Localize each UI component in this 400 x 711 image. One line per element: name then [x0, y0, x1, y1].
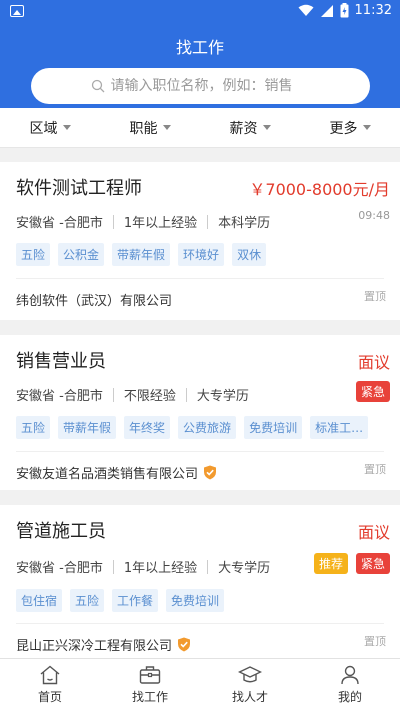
job-meta: 安徽省 -合肥市 不限经验 大专学历 — [16, 385, 249, 404]
filter-salary[interactable]: 薪资 — [200, 108, 300, 147]
job-meta: 安徽省 -合肥市 1年以上经验 大专学历 — [16, 557, 270, 576]
company-name: 昆山正兴深冷工程有限公司 — [16, 635, 191, 654]
pin-label: 置顶 — [364, 463, 386, 476]
job-tag: 免费培训 — [166, 589, 225, 612]
filter-bar: 区域 职能 薪资 更多 — [0, 108, 400, 148]
nav-find-talent[interactable]: 找人才 — [200, 659, 300, 711]
job-time: 09:48 — [358, 209, 390, 222]
urgent-badge: 紧急 — [355, 553, 390, 574]
caret-down-icon — [162, 125, 171, 130]
battery-icon — [340, 3, 349, 18]
signal-icon — [320, 4, 333, 17]
job-experience: 1年以上经验 — [123, 561, 198, 576]
filter-function[interactable]: 职能 — [100, 108, 200, 147]
graduation-cap-icon — [238, 666, 262, 683]
company-name: 安徽友道名品酒类销售有限公司 — [16, 463, 217, 482]
status-bar: 11:32 — [0, 0, 400, 24]
job-experience: 1年以上经验 — [123, 216, 198, 231]
divider — [16, 278, 384, 279]
job-location: 安徽省 -合肥市 — [16, 389, 103, 404]
filter-more[interactable]: 更多 — [300, 108, 400, 147]
job-title: 销售营业员 — [16, 351, 106, 372]
person-icon — [341, 665, 359, 685]
divider — [16, 451, 384, 452]
search-icon — [91, 79, 104, 93]
company-name: 纬创软件（武汉）有限公司 — [16, 294, 173, 309]
job-tags: 五险 公积金 带薪年假 环境好 双休 — [16, 243, 267, 266]
job-tag: 标准工… — [310, 416, 369, 439]
pin-label: 置顶 — [364, 635, 386, 648]
job-tag: 免费培训 — [244, 416, 303, 439]
job-card[interactable]: 软件测试工程师 ￥7000-8000元/月 安徽省 -合肥市 1年以上经验 本科… — [0, 162, 400, 320]
search-input[interactable] — [110, 78, 311, 94]
job-title: 软件测试工程师 — [16, 178, 142, 199]
nav-mine[interactable]: 我的 — [300, 659, 400, 711]
job-experience: 不限经验 — [123, 389, 176, 404]
job-title: 管道施工员 — [16, 521, 106, 542]
job-badges: 紧急 — [355, 381, 390, 402]
job-tags: 包住宿 五险 工作餐 免费培训 — [16, 589, 225, 612]
job-tags: 五险 带薪年假 年终奖 公费旅游 免费培训 标准工… — [16, 416, 369, 439]
job-tag: 五险 — [16, 243, 51, 266]
job-tag: 带薪年假 — [58, 416, 117, 439]
briefcase-icon — [139, 666, 161, 684]
job-tag: 带薪年假 — [112, 243, 171, 266]
filter-area[interactable]: 区域 — [0, 108, 100, 147]
job-tag: 双休 — [232, 243, 267, 266]
verified-shield-icon — [204, 465, 217, 480]
job-tag: 五险 — [70, 589, 105, 612]
job-meta: 安徽省 -合肥市 1年以上经验 本科学历 — [16, 212, 270, 231]
job-salary: 面议 — [357, 353, 390, 372]
job-location: 安徽省 -合肥市 — [16, 561, 103, 576]
job-education: 大专学历 — [196, 389, 249, 404]
job-tag: 五险 — [16, 416, 51, 439]
job-card[interactable]: 管道施工员 面议 安徽省 -合肥市 1年以上经验 大专学历 推荐 紧急 包住宿 … — [0, 505, 400, 658]
gallery-icon — [10, 5, 24, 17]
nav-home[interactable]: 首页 — [0, 659, 100, 711]
job-salary: 面议 — [357, 523, 390, 542]
urgent-badge: 紧急 — [355, 381, 390, 402]
job-tag: 公积金 — [58, 243, 105, 266]
job-tag: 工作餐 — [112, 589, 159, 612]
job-education: 大专学历 — [218, 561, 271, 576]
pin-label: 置顶 — [364, 290, 386, 303]
bottom-nav: 首页 找工作 找人才 我的 — [0, 658, 400, 711]
job-salary: ￥7000-8000元/月 — [249, 180, 390, 199]
caret-down-icon — [62, 125, 71, 130]
clock: 11:32 — [354, 3, 392, 18]
job-card[interactable]: 销售营业员 面议 安徽省 -合肥市 不限经验 大专学历 紧急 五险 带薪年假 年… — [0, 335, 400, 490]
job-tag: 公费旅游 — [178, 416, 237, 439]
search-bar[interactable] — [31, 68, 370, 104]
job-tag: 年终奖 — [124, 416, 171, 439]
header: 11:32 找工作 — [0, 0, 400, 108]
job-tag: 环境好 — [178, 243, 225, 266]
caret-down-icon — [262, 125, 271, 130]
page-title: 找工作 — [175, 38, 224, 57]
wifi-icon — [298, 4, 314, 16]
job-badges: 推荐 紧急 — [313, 553, 390, 574]
recommend-badge: 推荐 — [313, 553, 348, 574]
home-icon — [40, 665, 60, 685]
divider — [16, 623, 384, 624]
verified-shield-icon — [178, 637, 191, 652]
nav-find-job[interactable]: 找工作 — [100, 659, 200, 711]
job-location: 安徽省 -合肥市 — [16, 216, 103, 231]
job-tag: 包住宿 — [16, 589, 63, 612]
caret-down-icon — [362, 125, 371, 130]
job-education: 本科学历 — [218, 216, 271, 231]
